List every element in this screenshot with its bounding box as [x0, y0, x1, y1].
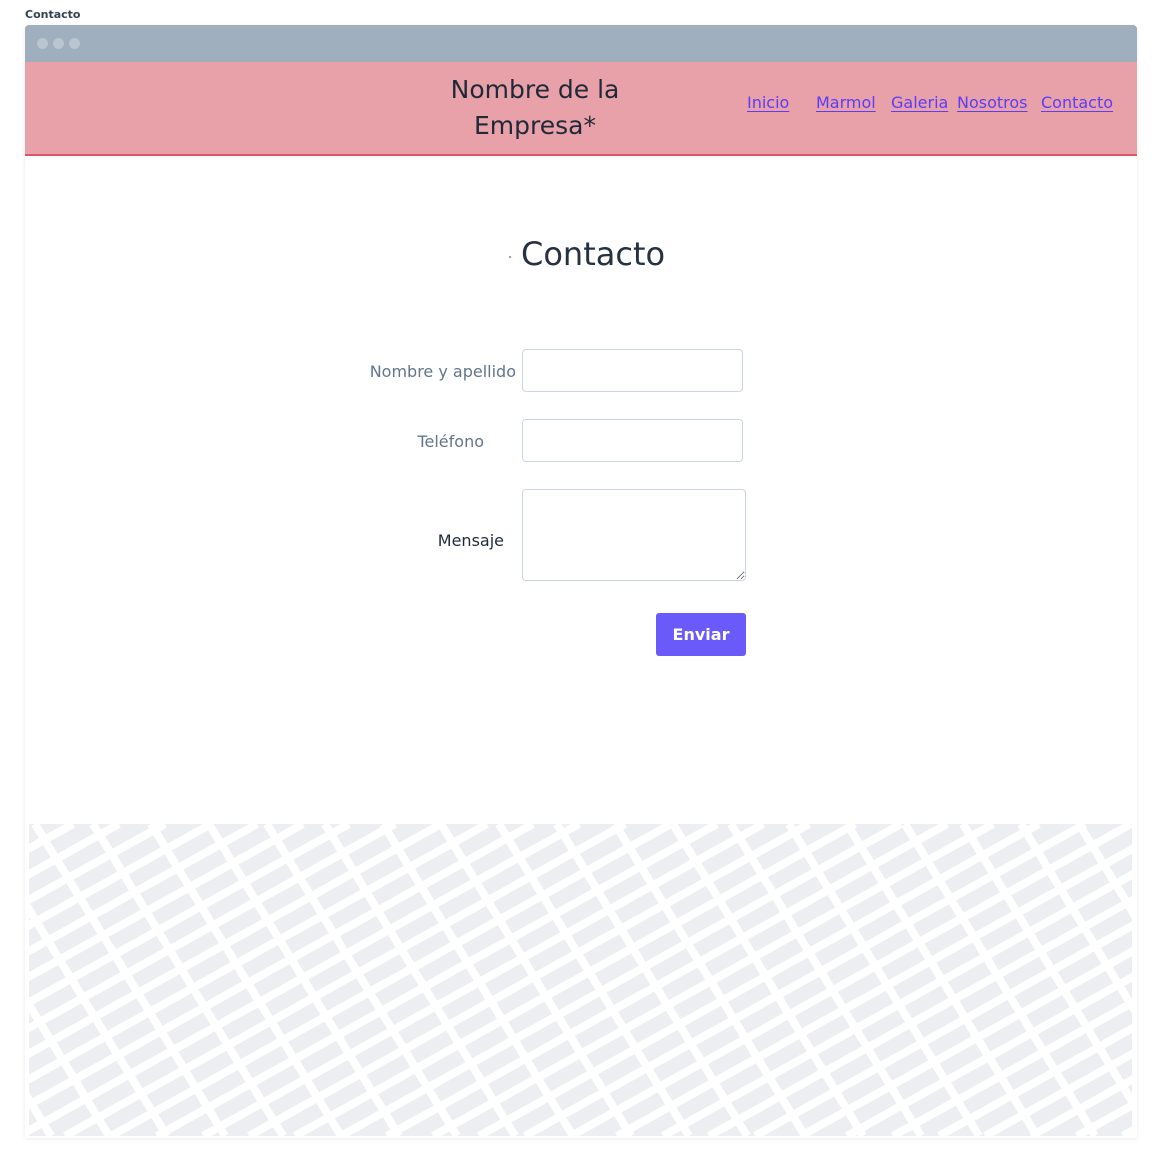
map-street-grid — [29, 824, 1132, 1136]
page-caption: Contacto — [25, 8, 81, 21]
browser-window: Nombre de la Empresa* Inicio Marmol Gale… — [25, 25, 1137, 1138]
map-area[interactable] — [29, 824, 1132, 1136]
nav-link-contacto[interactable]: Contacto — [1041, 93, 1113, 112]
window-dot-icon — [69, 38, 80, 49]
brand-line-1: Nombre de la — [450, 75, 620, 104]
window-dot-icon — [53, 38, 64, 49]
nav-link-galeria[interactable]: Galeria — [891, 93, 948, 112]
nav-link-nosotros[interactable]: Nosotros — [957, 93, 1028, 112]
map-street — [339, 824, 903, 1136]
site-header: Nombre de la Empresa* Inicio Marmol Gale… — [25, 62, 1137, 156]
page-title: Contacto — [521, 235, 666, 273]
brand-line-2: Empresa* — [474, 111, 596, 140]
name-input[interactable] — [522, 349, 743, 392]
phone-label: Teléfono — [417, 432, 484, 451]
name-label: Nombre y apellido — [369, 362, 516, 381]
message-textarea[interactable] — [522, 489, 746, 581]
map-street — [109, 824, 673, 1136]
window-dot-icon — [37, 38, 48, 49]
nav-link-inicio[interactable]: Inicio — [747, 93, 789, 112]
send-button[interactable]: Enviar — [656, 613, 746, 656]
phone-input[interactable] — [522, 419, 743, 462]
brand-name[interactable]: Nombre de la Empresa* — [425, 72, 645, 144]
heading-marker — [509, 256, 511, 258]
browser-title-bar — [25, 25, 1137, 62]
message-label: Mensaje — [437, 531, 504, 550]
map-street — [431, 824, 995, 1136]
nav-link-marmol[interactable]: Marmol — [816, 93, 876, 112]
